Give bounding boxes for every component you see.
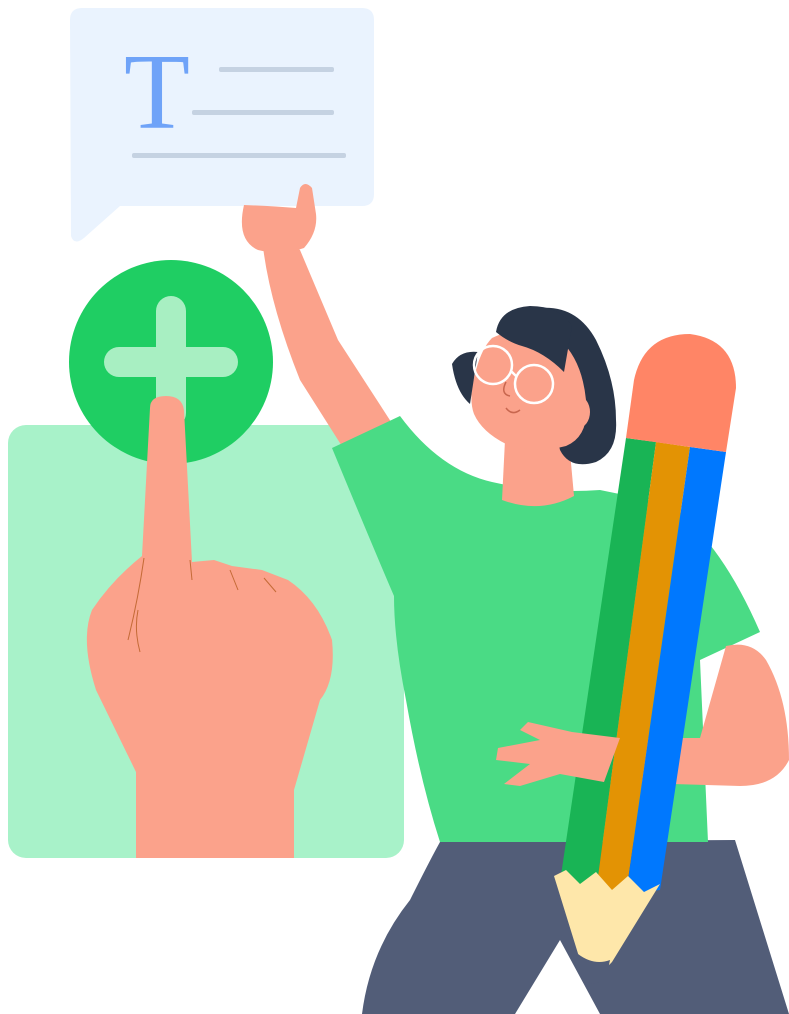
illustration-canvas: T (8, 8, 789, 1014)
speech-bubble: T (70, 8, 374, 242)
text-line (132, 153, 346, 158)
text-line (219, 67, 334, 72)
pencil-eraser (626, 334, 736, 452)
text-line (192, 110, 334, 115)
person-head (452, 306, 617, 507)
speech-bubble-shape (70, 8, 374, 242)
person-ear (566, 396, 590, 428)
text-glyph: T (124, 33, 190, 152)
